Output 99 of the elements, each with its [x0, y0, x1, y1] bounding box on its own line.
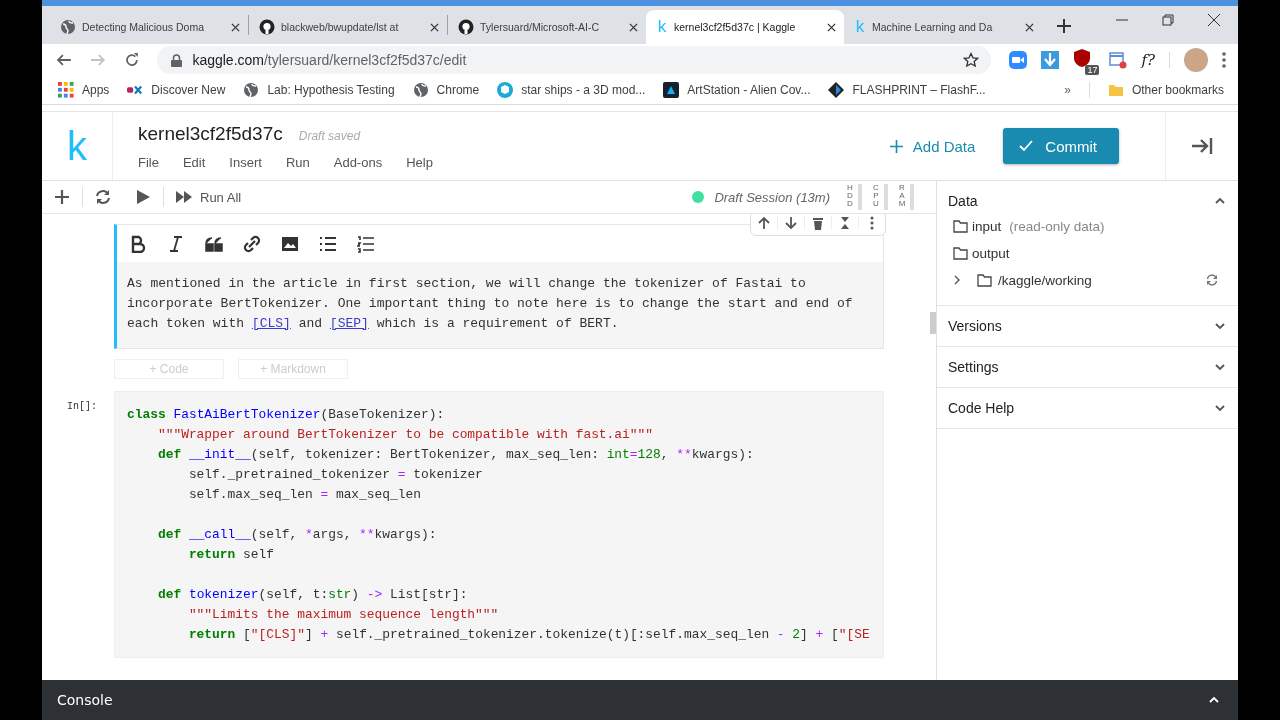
panel-section-header[interactable]: Settings — [937, 347, 1238, 387]
scrollbar[interactable] — [930, 312, 936, 334]
quote-icon[interactable] — [205, 234, 223, 253]
meter-label: RAM — [898, 184, 906, 208]
close-icon[interactable] — [231, 22, 240, 32]
play-icon[interactable] — [135, 189, 151, 205]
link[interactable]: [SEP] — [329, 316, 369, 331]
close-icon[interactable] — [430, 22, 439, 32]
menu-item[interactable]: Run — [285, 154, 310, 170]
cube-icon — [497, 82, 514, 98]
kaggle-favicon: k — [854, 19, 866, 35]
globe-icon — [412, 82, 429, 98]
collapse-panel-icon[interactable] — [1191, 137, 1213, 155]
chevron-right-icon[interactable] — [953, 275, 961, 285]
folder-icon — [1107, 82, 1124, 98]
cell-prompt: In[]: — [67, 401, 97, 412]
fast-forward-icon — [176, 191, 192, 203]
session-status-dot — [692, 191, 705, 203]
refresh-icon[interactable] — [95, 189, 111, 205]
save-status: Draft saved — [298, 128, 361, 143]
back-arrow-icon[interactable] — [56, 52, 72, 68]
check-icon — [1019, 140, 1034, 152]
close-icon[interactable] — [1025, 22, 1034, 32]
close-icon[interactable] — [1208, 14, 1220, 26]
globe-icon — [60, 19, 76, 35]
browser-tab[interactable]: blackweb/bwupdate/lst at — [249, 10, 447, 44]
folder-name[interactable]: input — [972, 218, 1002, 234]
add-data-button[interactable]: Add Data — [883, 136, 982, 156]
other-bookmarks[interactable]: Other bookmarks — [1107, 82, 1224, 98]
browser-tab[interactable]: Tylersuard/Microsoft-AI-C — [448, 10, 646, 44]
meter-label: HDD — [846, 184, 854, 208]
chevron-down-icon[interactable] — [1214, 361, 1226, 373]
extension-button[interactable]: f? — [1141, 51, 1155, 69]
commit-button[interactable]: Commit — [1003, 128, 1119, 164]
session-status[interactable]: Draft Session (13m) — [714, 189, 830, 205]
browser-tab[interactable]: k Machine Learning and Da — [844, 10, 1042, 44]
link[interactable]: [CLS] — [251, 316, 291, 331]
video-camera-icon[interactable] — [1009, 51, 1028, 69]
apps-grid-icon — [58, 82, 74, 98]
panel-section-header[interactable]: Data — [937, 181, 1238, 221]
folder-note: (read-only data) — [1009, 218, 1105, 234]
usage-meter — [884, 184, 888, 210]
lock-icon — [171, 53, 183, 67]
chevron-down-icon[interactable] — [1214, 402, 1226, 414]
usage-meter — [910, 184, 914, 210]
bookmark[interactable]: Apps — [58, 82, 110, 98]
menu-item[interactable]: Edit — [182, 154, 206, 170]
browser-tab[interactable]: Detecting Malicious Doma — [50, 10, 248, 44]
bookmarks-overflow-button[interactable]: » — [1064, 83, 1071, 97]
plus-icon[interactable] — [54, 189, 70, 205]
markdown-paragraph[interactable]: As mentioned in the article in first section, we will change the tokenizer of Fastai to incorporate BertTokenizer. One important thing to note here is to change the start and end of each token with [CLS] and [SEP] which is a requirement of BERT. — [117, 262, 883, 348]
bookmark[interactable]: Lab: Hypothesis Testing — [243, 82, 395, 98]
close-icon[interactable] — [629, 22, 638, 32]
usage-meter — [858, 184, 862, 210]
new-tab-plus-icon[interactable] — [1054, 16, 1074, 36]
browser-tab[interactable]: k kernel3cf2f5d37c | Kaggle — [646, 10, 844, 44]
menu-item[interactable]: Add-ons — [333, 154, 383, 170]
panel-section-header[interactable]: Versions — [937, 306, 1238, 346]
run-all-button[interactable]: Run All — [170, 188, 248, 206]
code-editor[interactable]: class FastAiBertTokenizer(BaseTokenizer): """Wrapper around BertTokenizer to be compatible with fast.ai""" def __init__(self, tokenizer: BertTokenizer, max_seq_len: int=128, **kwargs): self._pretrained_tokenizer = tokenizer self.max_seq_len = max_seq_len def __call__(self, *args, **kwargs): return self def tokenizer(self, t:str) -> List[str]: """Limits the maximum sequence length""" return ["[CLS]"] + self._pretrained_tokenizer.tokenize(t)[:self.max_seq_len - 2] + ["[SE — [114, 391, 884, 658]
image-icon[interactable] — [281, 234, 299, 253]
folder-name[interactable]: output — [972, 245, 1010, 261]
menu-item[interactable]: Help — [406, 154, 433, 170]
bulleted-list-icon[interactable] — [319, 234, 337, 253]
chevron-down-icon[interactable] — [1214, 320, 1226, 332]
plus-icon — [889, 139, 903, 153]
folder-icon — [953, 219, 968, 233]
diamond-icon — [828, 82, 845, 98]
star-icon[interactable] — [963, 52, 980, 68]
reload-icon[interactable] — [123, 52, 140, 68]
numbered-list-icon[interactable] — [357, 234, 375, 253]
download-icon[interactable] — [1041, 51, 1060, 69]
panel-section-header[interactable]: Code Help — [937, 388, 1238, 428]
italic-icon[interactable] — [167, 234, 185, 253]
refresh-icon[interactable] — [1206, 274, 1218, 286]
bookmark[interactable]: Discover New — [127, 82, 226, 98]
link-icon[interactable] — [243, 234, 261, 253]
console-bar[interactable]: Console — [42, 680, 1238, 720]
bookmark[interactable]: star ships - a 3D mod... — [497, 82, 646, 98]
window-blocked-icon[interactable] — [1109, 51, 1128, 69]
menu-item[interactable]: File — [138, 154, 159, 170]
bookmark[interactable]: Chrome — [412, 82, 480, 98]
kaggle-favicon: k — [656, 19, 668, 35]
bookmark[interactable]: FLASHPRINT – FlashF... — [828, 82, 986, 98]
folder-icon — [977, 273, 992, 287]
console-title: Console — [57, 692, 113, 708]
address-bar[interactable]: kaggle.com/tylersuard/kernel3cf2f5d37c/edit — [157, 46, 992, 74]
bold-icon[interactable] — [129, 234, 147, 253]
maximize-icon[interactable] — [1162, 14, 1174, 26]
artstation-icon — [663, 82, 680, 98]
meter-label: CPU — [872, 184, 880, 208]
menu-item[interactable]: Insert — [229, 154, 262, 170]
folder-icon — [953, 246, 968, 260]
globe-icon — [243, 82, 260, 98]
folder-name[interactable]: /kaggle/working — [998, 272, 1092, 288]
notebook-title[interactable]: kernel3cf2f5d37c — [138, 122, 283, 145]
bookmark[interactable]: ArtStation - Alien Cov... — [663, 82, 811, 98]
more-menu-icon[interactable] — [1222, 51, 1226, 69]
close-icon[interactable] — [827, 22, 836, 32]
